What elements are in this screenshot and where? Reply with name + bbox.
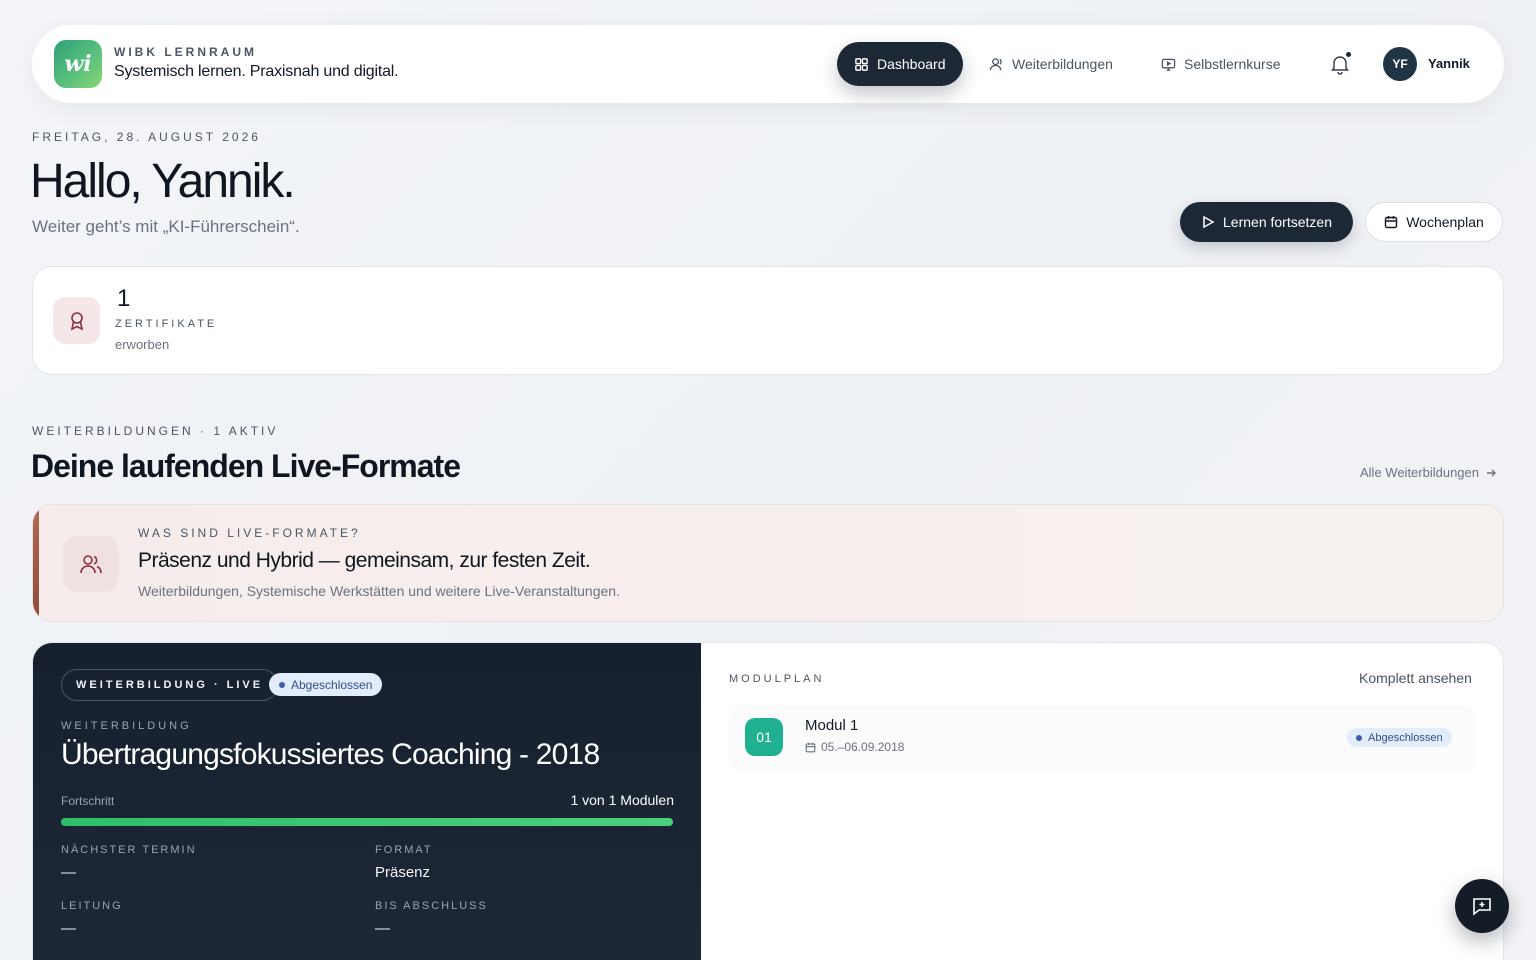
all-courses-link[interactable]: Alle Weiterbildungen <box>1360 465 1497 480</box>
course-summary-panel[interactable]: WEITERBILDUNG · LIVE Abgeschlossen WEITE… <box>33 643 701 960</box>
notification-dot <box>1346 52 1351 57</box>
chat-add-icon <box>1473 898 1491 916</box>
module-number: 01 <box>745 718 783 756</box>
arrow-right-icon <box>1487 469 1496 476</box>
logo-text: wi <box>64 51 92 77</box>
course-card: WEITERBILDUNG · LIVE Abgeschlossen WEITE… <box>32 642 1504 960</box>
top-navigation-bar: wi WIBK LERNRAUM Systemisch lernen. Prax… <box>32 25 1504 103</box>
format-value: Präsenz <box>375 864 431 881</box>
user-name[interactable]: Yannik <box>1428 56 1470 71</box>
nav-selbstlernkurse[interactable]: Selbstlernkurse <box>1144 42 1298 86</box>
module-status-badge: Abgeschlossen <box>1347 728 1452 747</box>
brand-eyebrow: WIBK LERNRAUM <box>114 45 257 59</box>
module-date: 05.–06.09.2018 <box>805 740 904 754</box>
next-date-value: — <box>61 864 76 881</box>
section-title: Deine laufenden Live-Formate <box>31 448 461 484</box>
certificates-label: ZERTIFIKATE <box>115 318 218 330</box>
module-plan-eyebrow: MODULPLAN <box>729 673 825 685</box>
avatar[interactable]: YF <box>1383 47 1417 81</box>
weekly-plan-button[interactable]: Wochenplan <box>1365 202 1503 242</box>
course-title: Übertragungsfokussiertes Coaching - 2018 <box>61 738 600 771</box>
status-dot <box>279 681 285 688</box>
end-label: BIS ABSCHLUSS <box>375 900 488 912</box>
lead-value: — <box>61 920 76 937</box>
nav-weiterbildungen-label: Weiterbildungen <box>1012 56 1113 72</box>
brand-title: Systemisch lernen. Praxisnah und digital… <box>114 63 399 80</box>
group-icon <box>63 536 119 592</box>
logo[interactable]: wi <box>54 40 102 88</box>
next-date-label: NÄCHSTER TERMIN <box>61 844 197 856</box>
calendar-icon <box>805 742 816 752</box>
module-row[interactable]: 01 Modul 1 05.–06.09.2018 Abgeschlossen <box>729 705 1476 773</box>
award-icon <box>53 297 100 344</box>
chat-button[interactable] <box>1455 879 1509 933</box>
play-icon <box>1203 215 1215 229</box>
info-title: Präsenz und Hybrid — gemeinsam, zur fest… <box>138 549 591 572</box>
section-eyebrow: WEITERBILDUNGEN · 1 AKTIV <box>32 424 279 438</box>
live-formats-info-card: WAS SIND LIVE-FORMATE? Präsenz und Hybri… <box>32 504 1504 622</box>
greeting-heading: Hallo, Yannik. <box>30 155 296 208</box>
view-all-modules-link[interactable]: Komplett ansehen <box>1359 670 1472 686</box>
format-label: FORMAT <box>375 844 433 856</box>
progress-label: Fortschritt <box>61 794 115 808</box>
nav-dashboard[interactable]: Dashboard <box>837 42 963 86</box>
module-date-label: 05.–06.09.2018 <box>821 740 905 754</box>
continue-learning-button[interactable]: Lernen fortsetzen <box>1180 202 1353 242</box>
continue-learning-label: Lernen fortsetzen <box>1223 214 1332 230</box>
end-value: — <box>375 920 390 937</box>
all-courses-label: Alle Weiterbildungen <box>1360 465 1479 480</box>
greeting-subtitle: Weiter geht’s mit „KI-Führerschein“. <box>32 217 300 236</box>
grid-icon <box>855 57 868 71</box>
info-accent-bar <box>33 505 39 621</box>
course-status-label: Abgeschlossen <box>291 677 373 692</box>
progress-bar <box>61 818 673 826</box>
certificates-sub: erworben <box>115 337 170 352</box>
course-status-badge: Abgeschlossen <box>269 673 383 696</box>
lead-label: LEITUNG <box>61 900 123 912</box>
course-type-pill: WEITERBILDUNG · LIVE <box>61 669 279 701</box>
progress-value: 1 von 1 Modulen <box>570 792 674 808</box>
course-eyebrow: WEITERBILDUNG <box>61 720 192 732</box>
module-status-label: Abgeschlossen <box>1368 731 1443 744</box>
info-description: Weiterbildungen, Systemische Werkstätten… <box>138 583 620 599</box>
nav-weiterbildungen[interactable]: Weiterbildungen <box>972 42 1130 86</box>
status-dot <box>1356 734 1362 741</box>
weekly-plan-label: Wochenplan <box>1406 214 1484 230</box>
info-eyebrow: WAS SIND LIVE-FORMATE? <box>138 526 361 540</box>
calendar-icon <box>1385 216 1398 229</box>
progress-fill <box>61 818 673 826</box>
certificates-card[interactable]: 1 ZERTIFIKATE erworben <box>32 266 1504 375</box>
current-date: FREITAG, 28. AUGUST 2026 <box>32 130 261 144</box>
monitor-icon <box>1161 58 1176 71</box>
module-title: Modul 1 <box>805 717 859 734</box>
nav-selbstlernkurse-label: Selbstlernkurse <box>1184 56 1281 72</box>
certificates-count: 1 <box>117 285 131 312</box>
user-icon <box>989 57 1002 70</box>
nav-dashboard-label: Dashboard <box>877 56 946 72</box>
